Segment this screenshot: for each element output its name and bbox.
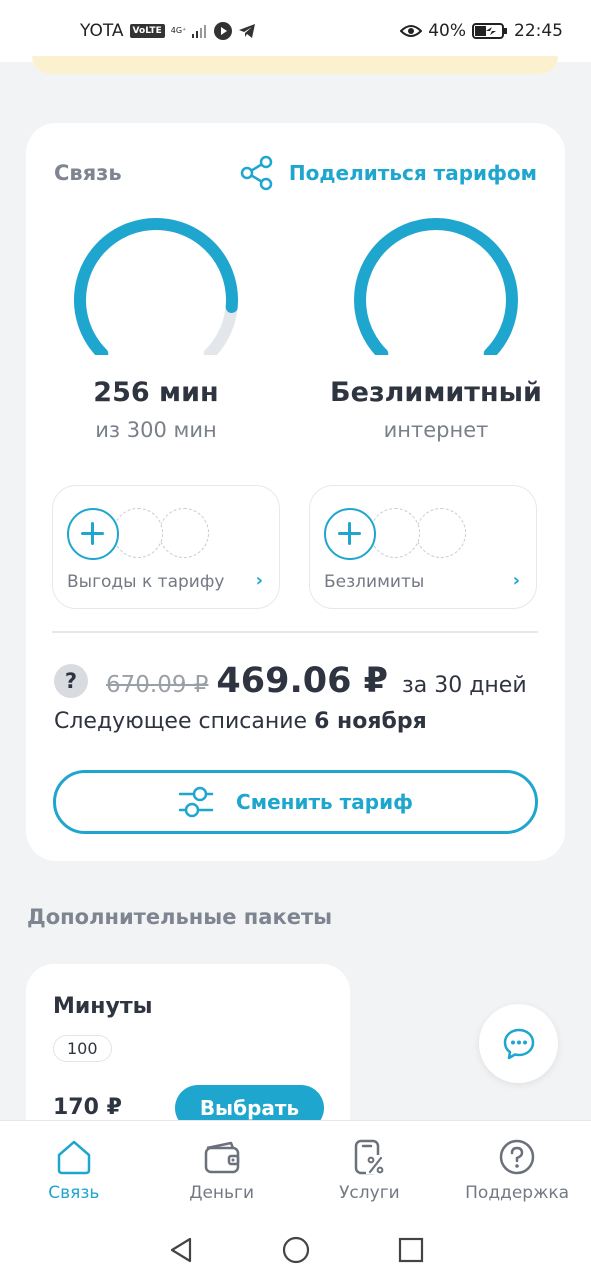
extra-packages-title: Дополнительные пакеты: [27, 905, 333, 929]
network-type: 4G⁺: [170, 26, 187, 35]
minutes-gauge[interactable]: 256 мин из 300 мин: [26, 215, 286, 442]
chat-button[interactable]: [479, 1004, 558, 1083]
nav-item-podderzhka[interactable]: Поддержка: [443, 1121, 591, 1220]
nav-item-uslugi[interactable]: Услуги: [296, 1121, 444, 1220]
recents-icon[interactable]: [398, 1237, 424, 1263]
nav-item-svyaz[interactable]: Связь: [0, 1121, 148, 1220]
plus-icon: [67, 508, 119, 560]
wallet-icon: [204, 1141, 239, 1174]
telegram-icon: [239, 24, 256, 38]
plus-icon: [324, 508, 376, 560]
carrier-name: YOTA: [80, 21, 124, 41]
next-charge-label: Следующее списание: [54, 709, 315, 734]
unlimited-tile[interactable]: Безлимиты ›: [309, 485, 537, 609]
signal-icon: [192, 25, 207, 38]
divider: [52, 631, 538, 633]
chat-icon: [503, 1028, 534, 1059]
tariff-card: Связь Поделиться тарифом 256 мин из 300 …: [26, 123, 565, 861]
eye-icon: [400, 25, 423, 37]
chevron-right-icon: ›: [512, 570, 520, 591]
help-icon: [499, 1139, 535, 1175]
minutes-gauge-arc: [74, 218, 238, 355]
nav-label: Поддержка: [465, 1183, 570, 1203]
share-label: Поделиться тарифом: [288, 161, 537, 185]
package-title: Минуты: [53, 994, 153, 1019]
status-bar: YOTA VoLTE 4G⁺ 40% 22:45: [0, 0, 591, 62]
nav-item-dengi[interactable]: Деньги: [148, 1121, 296, 1220]
home-circle-icon[interactable]: [282, 1236, 310, 1264]
nav-label: Связь: [48, 1183, 100, 1203]
internet-gauge-arc: [354, 218, 518, 355]
next-charge-date: 6 ноября: [314, 709, 427, 734]
promo-banner-edge[interactable]: [32, 56, 558, 74]
change-tariff-label: Сменить тариф: [236, 790, 413, 814]
old-price: 670.09 ₽: [106, 672, 209, 698]
card-title: Связь: [54, 161, 122, 185]
price-period: за 30 дней: [402, 673, 527, 698]
empty-slot-icon: [113, 508, 163, 558]
system-nav-bar: [0, 1220, 591, 1280]
chevron-right-icon: ›: [255, 570, 263, 591]
battery-icon: [472, 23, 507, 39]
back-icon[interactable]: [168, 1236, 194, 1264]
internet-gauge[interactable]: Безлимитный интернет: [306, 215, 566, 442]
battery-percent: 40%: [428, 21, 466, 41]
help-icon[interactable]: ?: [54, 664, 88, 698]
next-charge: Следующее списание 6 ноября: [54, 709, 427, 734]
current-price: 469.06 ₽: [216, 661, 389, 701]
minutes-remaining: 256 мин: [93, 377, 219, 408]
clock: 22:45: [514, 21, 563, 41]
price-row: ? 670.09 ₽ 469.06 ₽ за 30 дней: [54, 661, 539, 701]
package-amount-chip[interactable]: 100: [53, 1035, 112, 1062]
empty-slot-icon: [416, 508, 466, 558]
play-icon: [214, 22, 233, 40]
share-icon: [240, 155, 273, 191]
empty-slot-icon: [370, 508, 420, 558]
sliders-icon: [178, 786, 214, 818]
home-icon: [57, 1140, 91, 1175]
tariff-benefits-tile[interactable]: Выгоды к тарифу ›: [52, 485, 280, 609]
share-tariff-button[interactable]: Поделиться тарифом: [239, 155, 537, 191]
minutes-total: из 300 мин: [95, 418, 217, 442]
tile-label: Безлимиты: [324, 572, 425, 592]
nav-label: Услуги: [339, 1183, 400, 1203]
empty-slot-icon: [159, 508, 209, 558]
nav-label: Деньги: [189, 1183, 255, 1203]
bottom-nav: Связь Деньги Услуги Поддержка: [0, 1120, 591, 1220]
internet-sub: интернет: [383, 418, 489, 442]
change-tariff-button[interactable]: Сменить тариф: [53, 770, 538, 834]
tile-label: Выгоды к тарифу: [67, 572, 225, 592]
services-icon: [355, 1139, 386, 1175]
package-price: 170 ₽: [53, 1095, 122, 1120]
volte-badge: VoLTE: [129, 24, 165, 38]
internet-value: Безлимитный: [330, 377, 542, 408]
